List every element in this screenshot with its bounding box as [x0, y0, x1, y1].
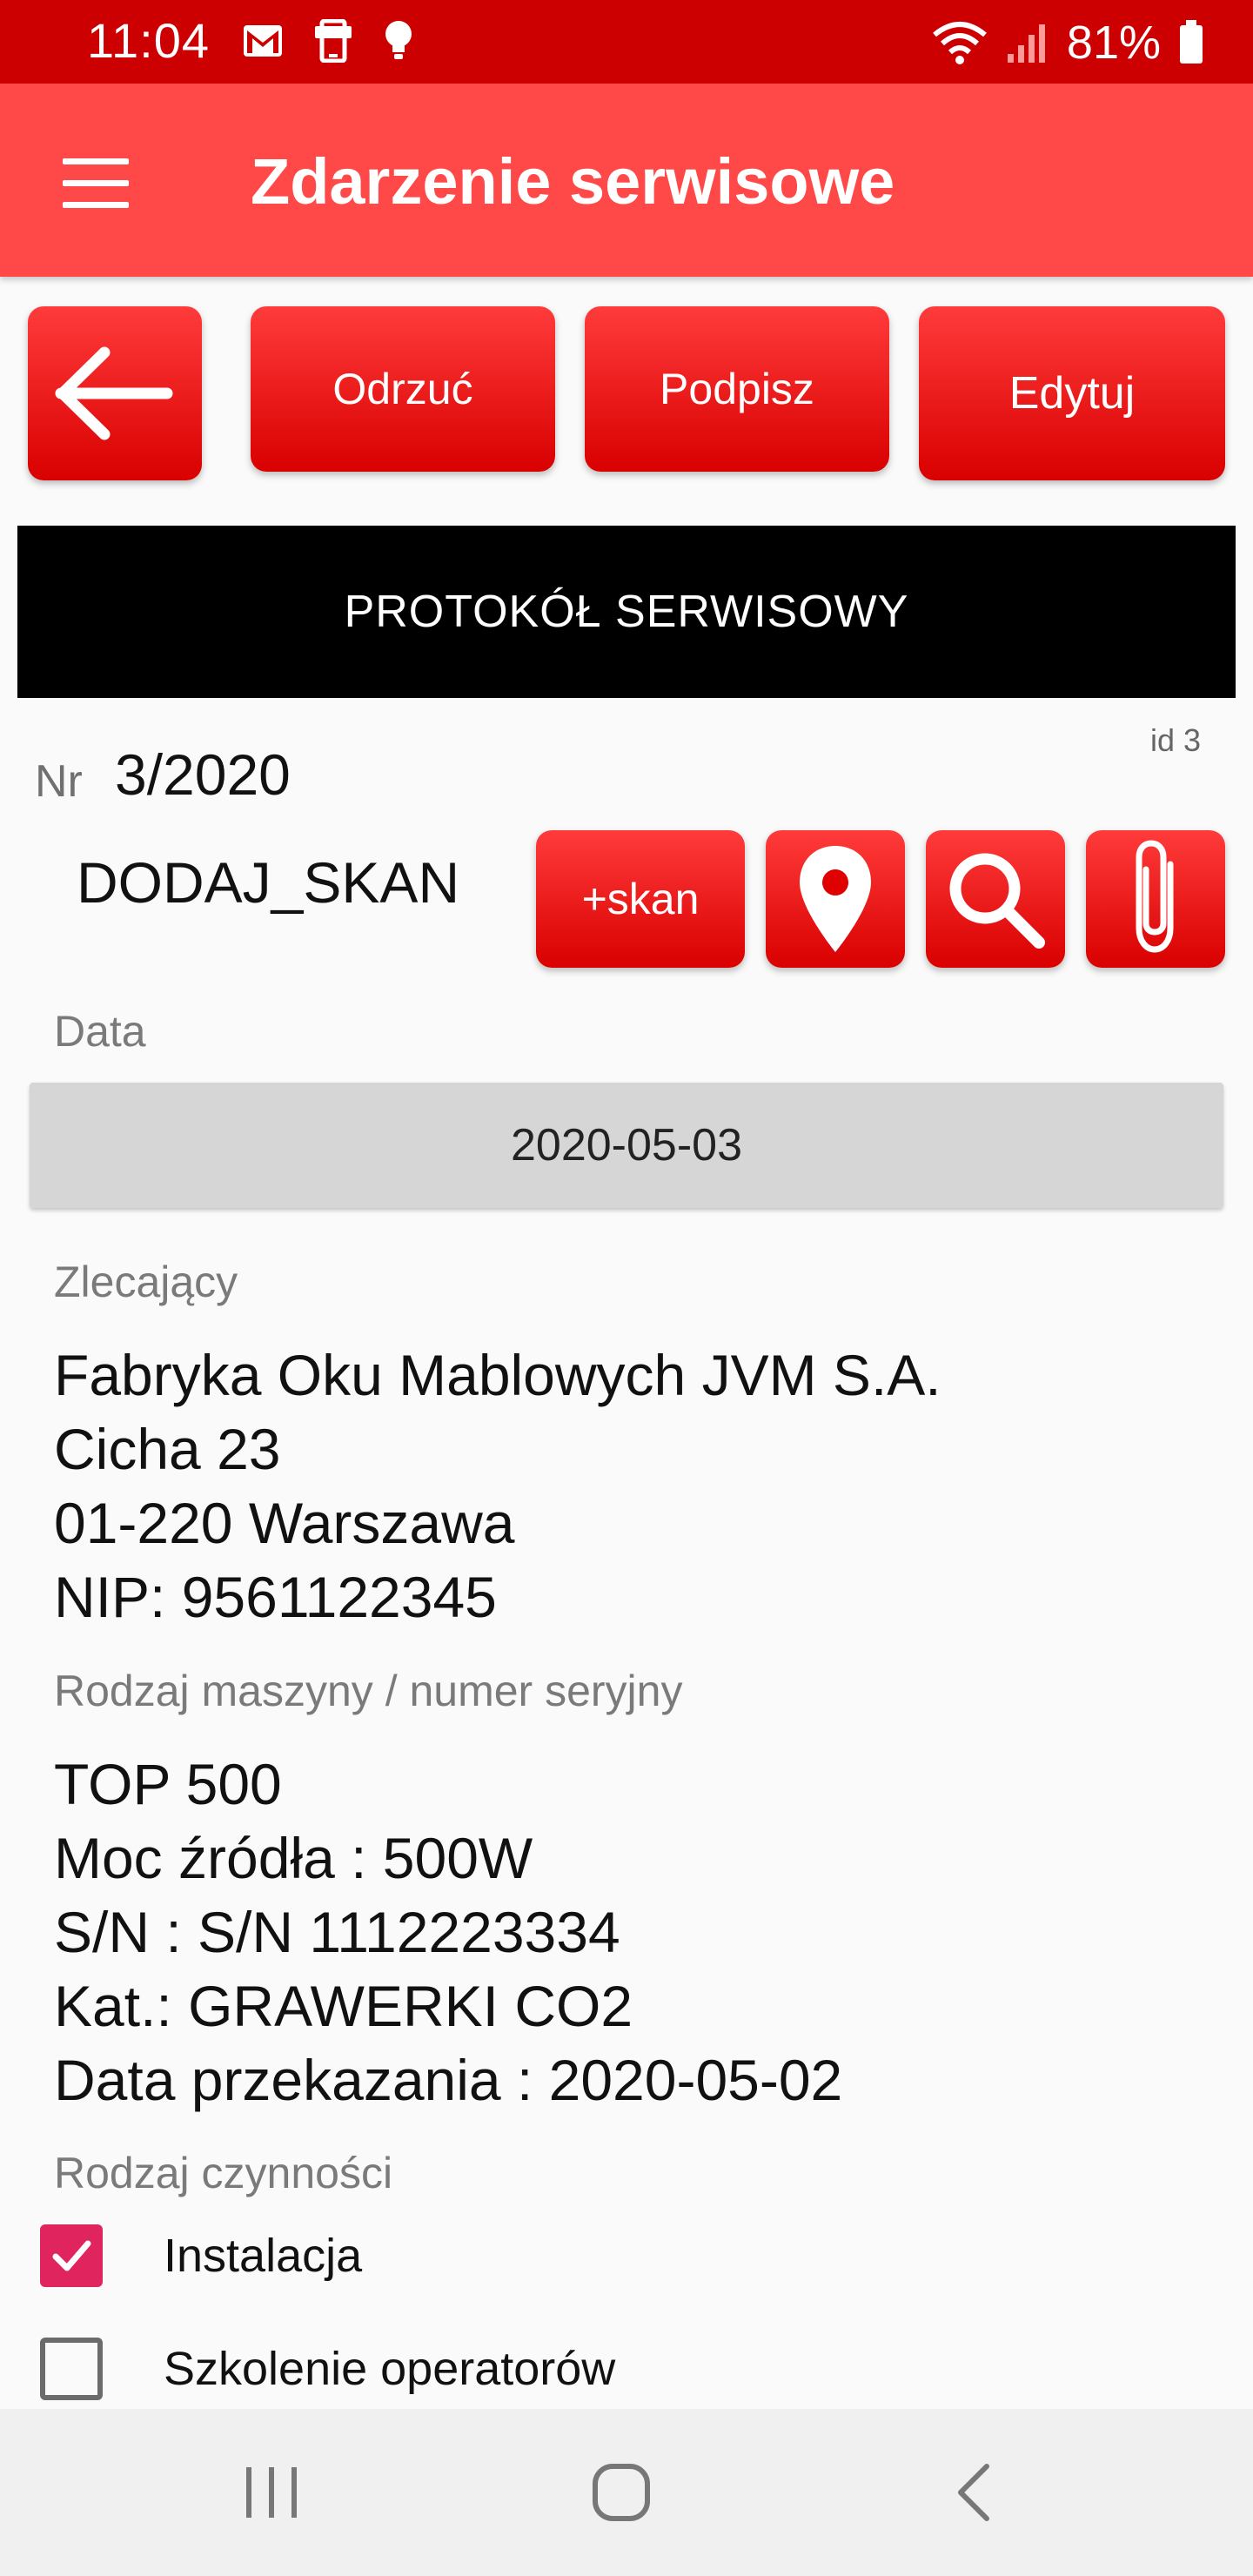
machine-line: TOP 500 — [54, 1752, 282, 1816]
checkbox-installation[interactable]: Instalacja — [40, 2224, 362, 2287]
ordering-label: Zlecający — [54, 1258, 238, 1306]
scan-label: DODAJ_SKAN — [77, 850, 460, 915]
checkbox-label: Szkolenie operatorów — [164, 2343, 616, 2395]
ordering-line: Fabryka Oku Mablowych JVM S.A. — [54, 1343, 941, 1407]
machine-label: Rodzaj maszyny / numer seryjny — [54, 1667, 683, 1715]
app-bar: Zdarzenie serwisowe — [0, 84, 1253, 277]
recent-apps-icon — [246, 2467, 297, 2518]
unchecked-checkbox-icon[interactable] — [40, 2338, 103, 2400]
recent-apps-button[interactable] — [184, 2409, 358, 2576]
date-field[interactable]: 2020-05-03 — [30, 1083, 1223, 1208]
edit-button[interactable]: Edytuj — [919, 306, 1225, 480]
phone-icon — [315, 19, 352, 63]
battery-percent: 81% — [1066, 17, 1161, 69]
bulb-icon — [385, 21, 412, 59]
reject-button[interactable]: Odrzuć — [251, 306, 555, 472]
sign-button[interactable]: Podpisz — [585, 306, 889, 472]
battery-icon — [1180, 20, 1203, 64]
checkbox-label: Instalacja — [164, 2230, 363, 2282]
page-title: Zdarzenie serwisowe — [251, 145, 895, 218]
activities-label: Rodzaj czynności — [54, 2149, 393, 2197]
machine-line: Moc źródła : 500W — [54, 1826, 533, 1890]
back-nav-button[interactable] — [886, 2409, 1060, 2576]
paperclip-icon — [1136, 840, 1174, 953]
ordering-line: NIP: 9561122345 — [54, 1565, 497, 1629]
ordering-details: Fabryka Oku Mablowych JVM S.A. Cicha 23 … — [54, 1338, 941, 1634]
system-nav-bar — [0, 2409, 1253, 2576]
attachment-button[interactable] — [1086, 830, 1225, 968]
search-icon — [949, 853, 1045, 949]
machine-line: Data przekazania : 2020-05-02 — [54, 2048, 843, 2112]
checkbox-operator-training[interactable]: Szkolenie operatorów — [40, 2338, 615, 2400]
status-bar: 11:04 81% — [0, 0, 1253, 84]
arrow-left-icon — [55, 346, 173, 440]
section-header: PROTOKÓŁ SERWISOWY — [17, 526, 1236, 698]
search-button[interactable] — [926, 830, 1065, 968]
status-time: 11:04 — [87, 13, 210, 68]
date-label: Data — [54, 1007, 146, 1056]
hamburger-menu-icon[interactable] — [63, 158, 132, 208]
record-id: id 3 — [1149, 722, 1201, 758]
gmail-icon — [244, 25, 282, 57]
machine-line: Kat.: GRAWERKI CO2 — [54, 1974, 633, 2038]
status-notification-icons — [242, 19, 414, 63]
machine-details: TOP 500 Moc źródła : 500W S/N : S/N 1112… — [54, 1748, 842, 2117]
chevron-left-icon — [958, 2464, 989, 2521]
ordering-line: Cicha 23 — [54, 1417, 281, 1481]
machine-line: S/N : S/N 1112223334 — [54, 1900, 620, 1964]
location-pin-icon — [800, 846, 871, 952]
signal-icon — [1007, 24, 1045, 63]
home-icon — [593, 2464, 650, 2521]
wifi-icon — [932, 22, 987, 64]
ordering-line: 01-220 Warszawa — [54, 1491, 515, 1555]
home-button[interactable] — [534, 2409, 708, 2576]
add-scan-button[interactable]: +skan — [536, 830, 745, 968]
number-value: 3/2020 — [115, 742, 291, 807]
number-label: Nr — [35, 756, 83, 807]
checked-checkbox-icon[interactable] — [40, 2224, 103, 2287]
back-button[interactable] — [28, 306, 202, 480]
location-button[interactable] — [766, 830, 905, 968]
status-system-icons: 81% — [931, 16, 1204, 70]
